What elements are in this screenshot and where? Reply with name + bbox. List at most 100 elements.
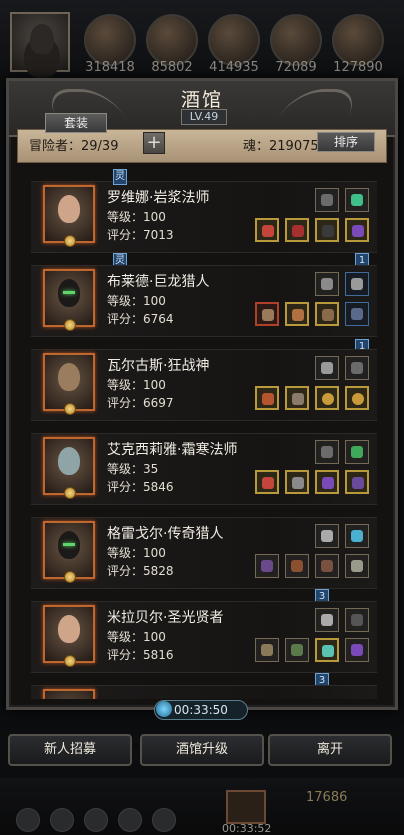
equip-slot-armor-icon[interactable] xyxy=(285,554,309,578)
hero-score: 评分：5828 xyxy=(107,564,174,578)
hero-card[interactable]: 瓦尔古斯·狂战神 等级：100 评分：6697 xyxy=(31,349,377,421)
player-avatar[interactable] xyxy=(10,12,70,72)
star-gem-icon xyxy=(64,655,76,667)
star-gem-icon xyxy=(64,235,76,247)
equip-slot-shield-icon[interactable] xyxy=(315,638,339,662)
hero-name: 罗维娜·岩浆法师 xyxy=(107,190,210,206)
hero-portrait xyxy=(43,605,95,667)
hero-name: 瓦尔古斯·狂战神 xyxy=(107,358,210,374)
equip-slot-boots-icon[interactable] xyxy=(315,470,339,494)
equip-slot-gloves-icon[interactable] xyxy=(315,218,339,242)
equip-slot-chain-icon[interactable] xyxy=(315,356,339,380)
tavern-panel: 酒馆 LV.49 套装 冒险者：29/39 + 魂：219075 排序 罗维娜·… xyxy=(6,78,398,710)
nav-icon-3[interactable] xyxy=(84,808,108,832)
equip-slot-gem-icon[interactable] xyxy=(345,524,369,548)
equip-slot-chain-icon[interactable] xyxy=(345,272,369,296)
hero-name: 格雷戈尔·传奇猎人 xyxy=(107,526,224,542)
equip-slot-ring2-icon[interactable] xyxy=(345,386,369,410)
chest-timer: 00:33:52 xyxy=(222,822,272,835)
tavern-level-badge: LV.49 xyxy=(181,109,227,125)
equip-slot-staff-icon[interactable] xyxy=(255,218,279,242)
equip-slot-gem-icon[interactable] xyxy=(345,440,369,464)
resource-icon-1 xyxy=(84,14,136,66)
resource-value-2: 85802 xyxy=(151,60,193,75)
hero-score: 评分：7013 xyxy=(107,228,174,242)
equip-slot-staff-icon[interactable] xyxy=(255,470,279,494)
hero-portrait xyxy=(43,269,95,331)
tavern-upgrade-button[interactable]: 酒馆升级 xyxy=(140,734,264,766)
equip-slot-dagger-icon[interactable] xyxy=(315,608,339,632)
resource-value-1: 318418 xyxy=(85,60,135,75)
equip-slot-dagger-icon[interactable] xyxy=(315,524,339,548)
hero-card[interactable]: 艾克西莉雅·霜寒法师 等级：35 评分：5846 xyxy=(31,433,377,505)
nav-icon-4[interactable] xyxy=(118,808,142,832)
nav-icon-1[interactable] xyxy=(16,808,40,832)
hero-portrait xyxy=(43,689,95,699)
equip-slot-necklace-icon[interactable] xyxy=(315,188,339,212)
panel-title: 酒馆 xyxy=(180,89,223,111)
recruit-button[interactable]: 新人招募 xyxy=(8,734,132,766)
equip-slot-hammer-icon[interactable] xyxy=(255,638,279,662)
equip-slot-armor-icon[interactable] xyxy=(285,302,309,326)
resource-icon-5 xyxy=(332,14,384,66)
equip-slot-armor-icon[interactable] xyxy=(285,386,309,410)
equip-slot-necklace-icon[interactable] xyxy=(315,440,339,464)
hero-level: 等级：100 xyxy=(107,630,166,644)
add-slot-button[interactable]: + xyxy=(143,132,165,154)
equip-slot-axe-icon[interactable] xyxy=(255,386,279,410)
hero-portrait xyxy=(43,353,95,415)
equip-slot-ring-icon[interactable] xyxy=(345,470,369,494)
nav-icon-2[interactable] xyxy=(50,808,74,832)
resource-bar: 318418 85802 414935 72089 127890 xyxy=(0,0,404,78)
equip-slot-ring-icon[interactable] xyxy=(315,386,339,410)
hero-card[interactable]: 格雷戈尔·传奇猎人 等级：100 评分：5828 xyxy=(31,517,377,589)
equip-slot-pants-icon[interactable] xyxy=(315,554,339,578)
hero-portrait xyxy=(43,185,95,247)
hero-name: 艾克西莉雅·霜寒法师 xyxy=(107,442,238,458)
equip-slot-sword-icon[interactable] xyxy=(345,554,369,578)
equip-slot-dagger-icon[interactable] xyxy=(315,272,339,296)
clock-icon xyxy=(156,701,172,717)
resource-value-3: 414935 xyxy=(209,60,259,75)
star-gem-icon xyxy=(64,487,76,499)
equip-slot-bow-icon[interactable] xyxy=(255,554,279,578)
sort-button[interactable]: 排序 xyxy=(317,132,375,152)
star-gem-icon xyxy=(64,403,76,415)
resource-icon-3 xyxy=(208,14,260,66)
hero-score: 评分：6764 xyxy=(107,312,174,326)
hero-name: 布莱德·巨龙猎人 xyxy=(107,274,210,290)
equip-slot-bracer-icon[interactable] xyxy=(345,302,369,326)
equip-slot-sword-icon[interactable] xyxy=(345,608,369,632)
resource-icon-4 xyxy=(270,14,322,66)
nav-icon-5[interactable] xyxy=(152,808,176,832)
equip-slot-sword-icon[interactable] xyxy=(345,356,369,380)
star-gem-icon xyxy=(64,571,76,583)
hero-card[interactable] xyxy=(31,685,377,699)
spirit-tag: 灵 xyxy=(113,169,127,185)
equip-slot-boots-icon[interactable] xyxy=(315,302,339,326)
hero-list[interactable]: 罗维娜·岩浆法师 等级：100 评分：7013 灵 灵 1 布莱德·巨龙猎人 等… xyxy=(31,169,377,699)
hero-portrait xyxy=(43,521,95,583)
equip-slot-hat-icon[interactable] xyxy=(285,218,309,242)
equip-slot-boots-icon[interactable] xyxy=(345,218,369,242)
resource-value-4: 72089 xyxy=(275,60,317,75)
equip-slot-gem-icon[interactable] xyxy=(345,188,369,212)
equip-slot-gun-icon[interactable] xyxy=(255,302,279,326)
hero-card[interactable]: 米拉贝尔·圣光贤者 等级：100 评分：5816 xyxy=(31,601,377,673)
equip-slot-armor-icon[interactable] xyxy=(285,470,309,494)
equip-slot-armor-icon[interactable] xyxy=(285,638,309,662)
hero-card[interactable]: 布莱德·巨龙猎人 等级：100 评分：6764 xyxy=(31,265,377,337)
resource-value-5: 127890 xyxy=(333,60,383,75)
resource-icon-2 xyxy=(146,14,198,66)
chest-icon[interactable] xyxy=(226,790,266,824)
hero-name: 米拉贝尔·圣光贤者 xyxy=(107,610,224,626)
hero-card[interactable]: 罗维娜·岩浆法师 等级：100 评分：7013 xyxy=(31,181,377,253)
hero-score: 评分：6697 xyxy=(107,396,174,410)
gold-amount: 17686 xyxy=(306,790,348,805)
hero-level: 等级：100 xyxy=(107,546,166,560)
hero-level: 等级：100 xyxy=(107,378,166,392)
equip-slot-boots-icon[interactable] xyxy=(345,638,369,662)
set-button[interactable]: 套装 xyxy=(45,113,107,133)
leave-button[interactable]: 离开 xyxy=(268,734,392,766)
hero-score: 评分：5846 xyxy=(107,480,174,494)
